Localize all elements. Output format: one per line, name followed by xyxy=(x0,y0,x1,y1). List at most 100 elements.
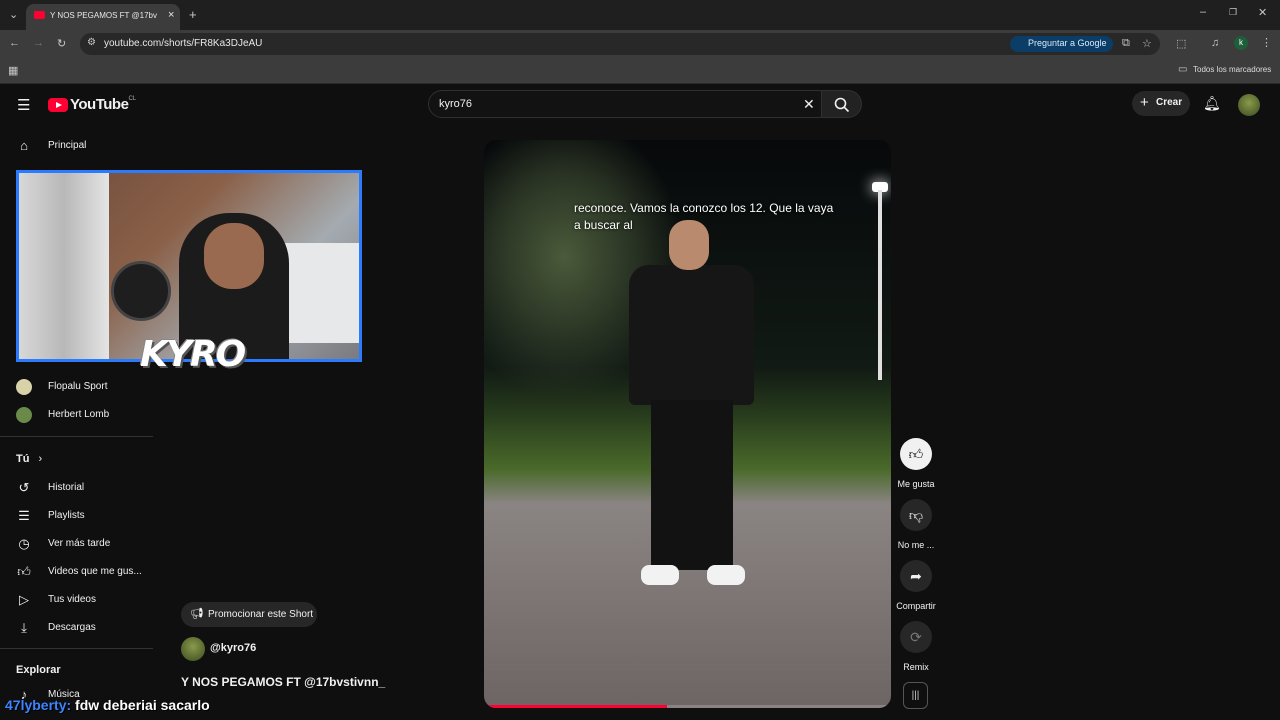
remix-button[interactable]: ⟳ Remix xyxy=(896,621,936,672)
browser-tab[interactable]: Y NOS PEGAMOS FT @17bv × xyxy=(26,4,180,30)
sound-waveform-button[interactable]: ||| xyxy=(903,682,928,709)
stream-logo: KYRO xyxy=(140,334,246,375)
short-video-player[interactable]: reconoce. Vamos la conozco los 12. Que l… xyxy=(484,140,891,708)
search-value: kyro76 xyxy=(439,98,473,110)
restore-icon[interactable]: ❐ xyxy=(1229,7,1237,18)
your-videos-icon: ▷ xyxy=(19,592,29,607)
search-button[interactable] xyxy=(821,90,862,118)
plus-icon: + xyxy=(1140,94,1149,111)
downloads-icon: ⤓ xyxy=(21,620,27,635)
performer-right-shoe xyxy=(707,565,745,585)
playlists-icon: ☰ xyxy=(18,508,30,523)
browser-toolbar: ← → ↻ ⚙ youtube.com/shorts/FR8Ka3DJeAU P… xyxy=(0,30,1280,58)
channel-avatar xyxy=(16,407,32,423)
minimize-icon[interactable]: – xyxy=(1200,6,1206,18)
profile-avatar[interactable]: k xyxy=(1234,36,1248,50)
dislike-button[interactable]: 👎︎ No me ... xyxy=(896,499,936,550)
browser-tab-bar: ⌄ Y NOS PEGAMOS FT @17bv × + – ❐ ✕ xyxy=(0,0,1280,30)
youtube-logo[interactable]: YouTubeCL xyxy=(48,96,136,114)
remix-label: Remix xyxy=(903,662,929,672)
video-street-lamp-post xyxy=(878,190,882,380)
tab-list-chevron-icon[interactable]: ⌄ xyxy=(9,8,18,21)
sidebar-item-label: Historial xyxy=(48,482,85,493)
create-button[interactable]: + Crear xyxy=(1132,91,1190,116)
performer-pants xyxy=(651,400,733,570)
video-performer xyxy=(629,220,754,600)
you-section-header[interactable]: Tú › xyxy=(16,453,42,465)
sidebar-item-label: Herbert Lomb xyxy=(48,409,110,420)
notifications-bell-icon[interactable]: 🔔︎ xyxy=(1203,95,1221,112)
url-text[interactable]: youtube.com/shorts/FR8Ka3DJeAU xyxy=(104,38,262,49)
chat-message: 47lyberty: fdw deberiai sacarlo xyxy=(5,697,210,713)
all-bookmarks-link[interactable]: Todos los marcadores xyxy=(1193,65,1271,74)
extensions-icon[interactable]: ⬚ xyxy=(1176,37,1186,50)
sidebar-item-label: Principal xyxy=(48,140,87,151)
ask-google-button[interactable]: Preguntar a Google xyxy=(1010,36,1113,52)
create-label: Crear xyxy=(1156,97,1183,108)
sidebar-item-label: Ver más tarde xyxy=(48,538,111,549)
share-button[interactable]: ➦ Compartir xyxy=(896,560,936,611)
install-app-icon[interactable]: ⧉ xyxy=(1122,37,1130,50)
back-icon[interactable]: ← xyxy=(9,37,20,49)
video-caption: reconoce. Vamos la conozco los 12. Que l… xyxy=(574,201,834,232)
youtube-favicon-icon xyxy=(34,11,45,19)
channel-handle[interactable]: @kyro76 xyxy=(210,642,256,654)
chat-username: 47lyberty: xyxy=(5,697,72,713)
channel-avatar xyxy=(16,379,32,395)
search-input[interactable]: kyro76 ✕ xyxy=(428,90,822,118)
youtube-play-icon xyxy=(48,97,68,112)
account-avatar[interactable] xyxy=(1238,94,1260,116)
bookmark-star-icon[interactable]: ☆ xyxy=(1142,37,1152,50)
promote-short-button[interactable]: 📢︎ Promocionar este Short xyxy=(181,602,317,627)
sidebar-item-label: Descargas xyxy=(48,622,96,633)
video-progress-bar[interactable] xyxy=(484,705,891,708)
like-button[interactable]: 👍︎ Me gusta xyxy=(896,438,936,489)
region-code: CL xyxy=(128,96,137,102)
address-bar[interactable]: ⚙ youtube.com/shorts/FR8Ka3DJeAU Pregunt… xyxy=(80,33,1160,55)
folder-icon: ▭ xyxy=(1178,64,1188,75)
short-title: Y NOS PEGAMOS FT @17bvstivnn_ xyxy=(181,675,386,689)
watch-later-icon: ◷ xyxy=(18,536,30,551)
new-tab-icon[interactable]: + xyxy=(189,7,197,22)
divider xyxy=(0,648,153,649)
divider xyxy=(0,436,153,437)
explore-section-header: Explorar xyxy=(16,664,61,676)
tab-title: Y NOS PEGAMOS FT @17bv xyxy=(50,11,157,20)
reload-icon[interactable]: ↻ xyxy=(57,37,66,50)
webcam-fan xyxy=(111,261,171,321)
channel-avatar[interactable] xyxy=(181,637,205,661)
webcam-face xyxy=(204,223,264,289)
waveform-icon: ||| xyxy=(911,690,920,701)
close-tab-icon[interactable]: × xyxy=(168,9,174,21)
forward-icon[interactable]: → xyxy=(33,37,44,49)
sidebar-item-label: Videos que me gus... xyxy=(48,566,142,577)
thumbs-down-icon: 👎︎ xyxy=(900,499,932,531)
liked-icon: 👍︎ xyxy=(17,564,31,579)
youtube-wordmark: YouTube xyxy=(70,96,129,114)
media-control-icon[interactable]: ♫ xyxy=(1211,37,1219,49)
share-label: Compartir xyxy=(896,601,936,611)
history-icon: ↺ xyxy=(18,480,30,495)
chat-text: fdw deberiai sacarlo xyxy=(75,697,210,713)
sidebar-item-label: Flopalu Sport xyxy=(48,381,108,392)
menu-kebab-icon[interactable]: ⋮ xyxy=(1261,36,1272,49)
search-icon xyxy=(834,97,850,113)
performer-jacket xyxy=(629,265,754,405)
guide-menu-icon[interactable]: ☰ xyxy=(17,96,30,114)
clear-search-icon[interactable]: ✕ xyxy=(803,96,815,113)
site-info-icon[interactable]: ⚙ xyxy=(87,37,96,48)
sidebar-item-label: Tus videos xyxy=(48,594,96,605)
close-window-icon[interactable]: ✕ xyxy=(1258,6,1267,19)
webcam-curtain xyxy=(19,173,109,359)
apps-grid-icon[interactable]: ▦ xyxy=(8,64,18,77)
video-progress-fill xyxy=(484,705,668,708)
remix-icon: ⟳ xyxy=(900,621,932,653)
chevron-right-icon: › xyxy=(38,453,43,465)
megaphone-icon: 📢︎ xyxy=(190,608,204,620)
home-icon: ⌂ xyxy=(20,138,28,153)
ask-google-label: Preguntar a Google xyxy=(1028,38,1107,48)
sidebar-item-label: Playlists xyxy=(48,510,85,521)
share-icon: ➦ xyxy=(900,560,932,592)
bookmarks-bar: ▦ ▭ Todos los marcadores xyxy=(0,58,1280,84)
performer-left-shoe xyxy=(641,565,679,585)
